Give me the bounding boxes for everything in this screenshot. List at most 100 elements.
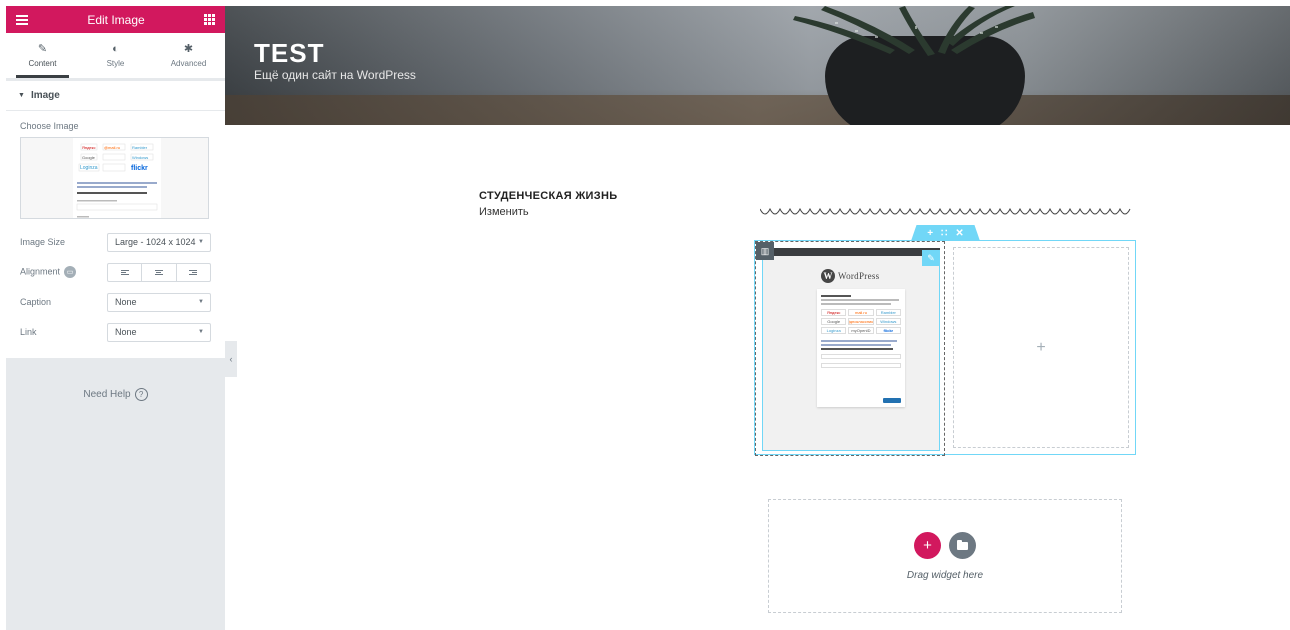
contrast-icon: ◐ (112, 43, 119, 55)
provider-logo: Яндекс (821, 309, 847, 316)
chevron-down-icon: ▼ (198, 239, 204, 245)
panel-header: Edit Image (6, 6, 225, 33)
dropzone-hint: Drag widget here (906, 570, 984, 581)
add-section-icon[interactable]: + (927, 228, 933, 239)
folder-icon (957, 539, 968, 550)
link-select[interactable]: None ▼ (107, 322, 211, 342)
section-title: Image (30, 90, 60, 101)
caption-value: None (115, 297, 137, 307)
add-new-section-button[interactable]: + (914, 532, 941, 559)
svg-text:@mail.ru: @mail.ru (104, 145, 120, 150)
column-top-bar (774, 248, 940, 256)
panel-collapse-handle[interactable]: ‹ (225, 341, 237, 377)
site-header-hero (225, 6, 1290, 125)
link-control: Link None ▼ (6, 317, 225, 347)
alignment-label-text: Alignment (20, 266, 61, 277)
caption-label: Caption (20, 297, 52, 307)
section-handle: + ∷ ✕ (911, 225, 980, 241)
add-section-dropzone: + Drag widget here (768, 499, 1122, 613)
hero-table-surface (225, 95, 1290, 125)
need-help-link[interactable]: Need Help? (6, 388, 225, 401)
align-right-button[interactable] (177, 264, 210, 281)
gear-icon: ✱ (183, 43, 194, 55)
alignment-control: Alignment ▭ (6, 257, 225, 287)
tab-advanced-label: Advanced (170, 59, 207, 68)
wordpress-wordmark: WordPress (838, 271, 880, 281)
post-title[interactable]: СТУДЕНЧЕСКАЯ ЖИЗНЬ (479, 190, 617, 202)
svg-text:Google: Google (82, 155, 96, 160)
chevron-down-icon: ▼ (198, 299, 204, 305)
login-provider-grid: Яндекс mail.ru Rambler Google Одноклассн… (821, 309, 901, 334)
provider-logo: myOpenID (848, 327, 874, 334)
edit-post-link[interactable]: Изменить (479, 206, 529, 218)
wordpress-w-icon: W (821, 269, 835, 283)
image-size-select[interactable]: Large - 1024 x 1024 ▼ (107, 232, 211, 252)
panel-tabs: ✎ Content ◐ Style ✱ Advanced (6, 33, 225, 78)
alignment-label: Alignment ▭ (20, 266, 77, 278)
plant-leaves-image (793, 6, 1035, 56)
wavy-divider (760, 207, 1131, 215)
caret-down-icon: ▼ (18, 92, 25, 99)
caption-select[interactable]: None ▼ (107, 292, 211, 312)
plus-icon: + (1036, 338, 1046, 356)
password-field (821, 363, 901, 368)
help-icon: ? (134, 388, 148, 401)
link-label: Link (20, 327, 37, 337)
tab-content[interactable]: ✎ Content (6, 33, 79, 78)
image-widget[interactable]: W WordPress Яндекс mail.ru Rambler Googl… (762, 248, 940, 451)
editor-section: W WordPress Яндекс mail.ru Rambler Googl… (754, 240, 1136, 456)
add-widget-placeholder[interactable]: + (953, 247, 1129, 448)
widgets-grid-icon[interactable] (204, 14, 215, 25)
edit-widget-pencil-icon[interactable]: ✎ (922, 250, 940, 266)
site-description: Ещё один сайт на WordPress (254, 68, 416, 82)
svg-text:Windows: Windows (132, 155, 148, 160)
tab-style-label: Style (106, 59, 125, 68)
align-center-icon (154, 269, 163, 275)
tab-advanced[interactable]: ✱ Advanced (152, 33, 225, 78)
alignment-choices (107, 262, 211, 282)
section-toggle-image[interactable]: ▼ Image (6, 81, 225, 111)
image-chooser[interactable]: Яндекс @mail.ru Rambler Google Windows L… (20, 137, 209, 219)
provider-logo: Loginza (821, 327, 847, 334)
tab-content-label: Content (28, 59, 57, 68)
pencil-icon: ✎ (37, 43, 48, 55)
editor-panel: Edit Image ✎ Content ◐ Style ✱ Advanced … (6, 6, 225, 630)
panel-title: Edit Image (87, 12, 145, 27)
image-thumbnail: Яндекс @mail.ru Rambler Google Windows L… (73, 138, 161, 218)
provider-logo: Google (821, 318, 847, 325)
image-size-control: Image Size Large - 1024 x 1024 ▼ (6, 227, 225, 257)
caption-control: Caption None ▼ (6, 287, 225, 317)
choose-image-label: Choose Image (20, 121, 79, 131)
align-center-button[interactable] (142, 263, 177, 281)
wordpress-logo: W WordPress (821, 269, 907, 283)
provider-logo: mail.ru (848, 309, 874, 316)
align-right-icon (189, 269, 198, 275)
svg-text:Loginza: Loginza (80, 165, 98, 171)
login-field (821, 354, 901, 359)
responsive-device-icon[interactable]: ▭ (64, 266, 77, 278)
delete-section-icon[interactable]: ✕ (955, 228, 963, 239)
wordpress-login-image: W WordPress Яндекс mail.ru Rambler Googl… (817, 269, 907, 419)
site-title[interactable]: TEST (254, 38, 324, 69)
login-submit (883, 398, 901, 403)
elementor-editor: Edit Image ✎ Content ◐ Style ✱ Advanced … (0, 0, 1290, 630)
tab-style[interactable]: ◐ Style (79, 33, 152, 78)
align-left-icon (120, 269, 129, 275)
provider-logo: Windows (875, 318, 901, 325)
svg-text:flickr: flickr (131, 165, 148, 172)
align-left-button[interactable] (108, 263, 143, 281)
column-handle-icon[interactable]: ▥ (756, 242, 774, 260)
login-card: Яндекс mail.ru Rambler Google Одноклассн… (817, 289, 905, 407)
svg-text:Rambler: Rambler (132, 145, 148, 150)
svg-text:Яндекс: Яндекс (82, 145, 95, 150)
column-left: W WordPress Яндекс mail.ru Rambler Googl… (755, 241, 945, 456)
drag-handle-icon[interactable]: ∷ (941, 228, 947, 239)
panel-body: ▼ Image Choose Image Яндекс @mail.ru Ram… (6, 81, 225, 358)
menu-icon[interactable] (16, 14, 28, 25)
column-right: + (945, 241, 1135, 454)
add-template-button[interactable] (949, 532, 976, 559)
provider-logo: Rambler (875, 309, 901, 316)
need-help-label: Need Help (83, 389, 131, 401)
image-size-label: Image Size (20, 237, 66, 247)
chevron-left-icon: ‹ (229, 354, 233, 364)
